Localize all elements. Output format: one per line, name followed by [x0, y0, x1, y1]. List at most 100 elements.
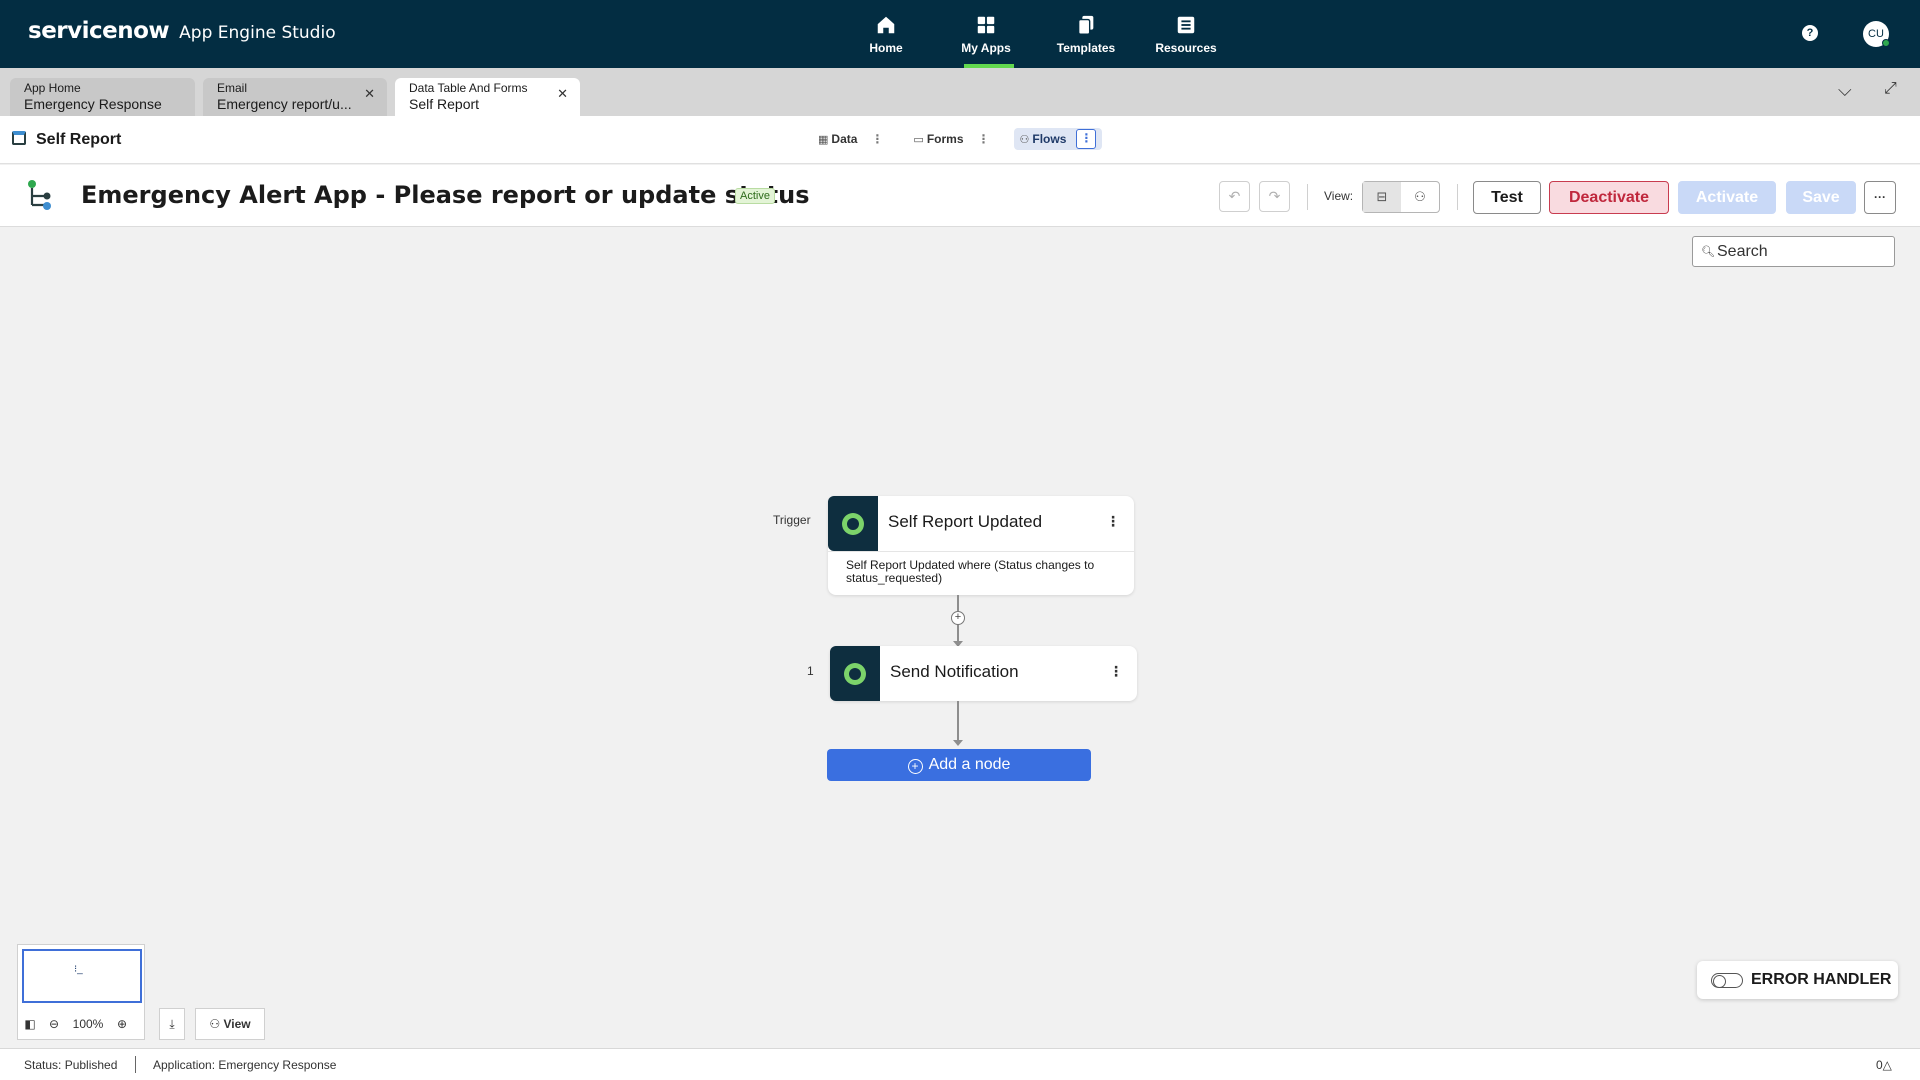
nav-templates[interactable]: Templates: [1036, 0, 1136, 68]
divider: [1457, 184, 1458, 210]
chevron-down-icon[interactable]: ⌵: [1838, 80, 1852, 101]
table-icon: ▦: [818, 133, 829, 146]
test-button[interactable]: Test: [1473, 181, 1541, 214]
save-button[interactable]: Save: [1786, 181, 1856, 214]
tab-name: Emergency Response: [24, 96, 162, 112]
top-navigation-bar: servicenow App Engine Studio Home My App…: [0, 0, 1920, 68]
close-icon[interactable]: ✕: [557, 86, 568, 102]
nav-home[interactable]: Home: [836, 0, 936, 68]
view-toggle: ⊟ ⚇: [1362, 181, 1440, 213]
deactivate-button[interactable]: Deactivate: [1549, 181, 1669, 214]
zoom-out-icon[interactable]: ⊖: [42, 1017, 66, 1031]
download-icon[interactable]: ⤓: [159, 1008, 185, 1040]
minimap-toggle-icon[interactable]: ◧: [18, 1017, 42, 1031]
application-name: Application: Emergency Response: [153, 1058, 337, 1072]
view-icon: ⚇: [209, 1017, 224, 1031]
form-icon: ▭: [913, 133, 924, 146]
main-nav: Home My Apps Templates Resources: [836, 0, 1236, 68]
search-input[interactable]: [1717, 241, 1887, 262]
view-button[interactable]: ⚇ View: [195, 1008, 265, 1040]
notification-count[interactable]: 0△: [1876, 1058, 1892, 1072]
nav-resources-label: Resources: [1155, 40, 1217, 55]
tab-forms[interactable]: ▭ Forms: [907, 128, 969, 150]
more-actions-button[interactable]: ···: [1864, 181, 1896, 214]
record-title: Self Report: [36, 131, 122, 148]
flow-diagram-icon: [28, 180, 51, 210]
tab-flows[interactable]: ⚇ Flows ⋮: [1013, 128, 1103, 150]
publish-status: Status: Published: [24, 1058, 118, 1072]
error-handler-panel: ERROR HANDLER: [1697, 961, 1898, 999]
status-badge: Active: [735, 188, 775, 204]
grid-icon: [977, 16, 995, 33]
connector: [957, 701, 959, 743]
nav-my-apps[interactable]: My Apps: [936, 0, 1036, 68]
nav-templates-label: Templates: [1056, 40, 1116, 55]
copy-icon: [1077, 15, 1094, 35]
redo-icon[interactable]: ↷: [1259, 181, 1290, 212]
tab-data-label: Data: [831, 132, 858, 146]
minimap[interactable]: ⁝_: [17, 944, 145, 1012]
tab-email[interactable]: Email Emergency report/u... ✕: [203, 78, 387, 116]
canvas-search[interactable]: 🔍︎: [1692, 236, 1895, 267]
tab-data[interactable]: ▦ Data: [812, 128, 863, 150]
tree-view-icon[interactable]: ⊟: [1363, 182, 1401, 212]
action-node[interactable]: Send Notification ⋮: [830, 646, 1137, 701]
avatar-initials: CU: [1868, 28, 1884, 40]
trigger-node-icon: [828, 496, 878, 551]
flow-title: Emergency Alert App - Please report or u…: [81, 181, 810, 209]
arrow-down-icon: [953, 740, 963, 746]
tab-forms-menu-icon[interactable]: ⋮: [978, 132, 990, 146]
trigger-title: Self Report Updated: [888, 512, 1043, 531]
nav-my-apps-label: My Apps: [961, 40, 1011, 55]
help-icon[interactable]: ?: [1802, 25, 1818, 41]
sub-header: Self Report ▦ Data ⋮ ▭ Forms ⋮ ⚇ Flows ⋮: [0, 116, 1920, 164]
brand[interactable]: servicenow App Engine Studio: [28, 18, 336, 44]
tab-app-home[interactable]: App Home Emergency Response: [10, 78, 195, 116]
zoom-in-icon[interactable]: ⊕: [110, 1017, 134, 1031]
undo-icon[interactable]: ↶: [1219, 181, 1250, 212]
tab-kind: App Home: [24, 81, 81, 95]
tab-kind: Data Table And Forms: [409, 81, 528, 95]
trigger-label: Trigger: [773, 513, 811, 527]
action-menu-icon[interactable]: ⋮: [1109, 663, 1123, 680]
tab-kind: Email: [217, 81, 248, 95]
tab-name: Emergency report/u...: [217, 96, 352, 112]
user-avatar[interactable]: CU: [1863, 21, 1890, 47]
tab-forms-label: Forms: [926, 132, 964, 146]
trigger-condition: Self Report Updated where (Status change…: [828, 551, 1134, 592]
step-number: 1: [807, 664, 814, 678]
nav-resources[interactable]: Resources: [1136, 0, 1236, 68]
insert-node-icon[interactable]: +: [951, 611, 965, 625]
view-label: View:: [1324, 189, 1354, 203]
tab-flows-menu-icon[interactable]: ⋮: [1076, 129, 1097, 149]
workspace-tabs: App Home Emergency Response Email Emerge…: [0, 68, 1920, 116]
trigger-menu-icon[interactable]: ⋮: [1106, 513, 1120, 530]
error-handler-label: ERROR HANDLER: [1751, 971, 1892, 988]
plus-circle-icon: +: [907, 759, 923, 774]
flow-icon: ⚇: [1019, 133, 1030, 146]
search-icon: 🔍︎: [1701, 246, 1715, 258]
flow-header: Emergency Alert App - Please report or u…: [0, 165, 1920, 227]
zoom-controls: ◧ ⊖ 100% ⊕: [17, 1008, 145, 1040]
table-icon: [12, 131, 26, 145]
tab-data-menu-icon[interactable]: ⋮: [871, 132, 883, 146]
add-node-button[interactable]: + Add a node: [827, 749, 1091, 781]
minimap-viewport[interactable]: [22, 949, 142, 1003]
error-handler-toggle[interactable]: [1711, 973, 1743, 988]
nav-home-label: Home: [869, 40, 903, 55]
activate-button[interactable]: Activate: [1678, 181, 1776, 214]
close-icon[interactable]: ✕: [364, 86, 375, 102]
product-name: App Engine Studio: [179, 23, 336, 43]
builder-tabs: ▦ Data ⋮ ▭ Forms ⋮ ⚇ Flows ⋮: [812, 128, 1103, 150]
tab-data-table-and-forms[interactable]: Data Table And Forms Self Report ✕: [395, 78, 580, 116]
status-bar: Status: Published Application: Emergency…: [0, 1048, 1920, 1080]
trigger-node[interactable]: Self Report Updated ⋮ Self Report Update…: [828, 496, 1134, 595]
divider: [135, 1056, 136, 1073]
flow-canvas[interactable]: 🔍︎ Trigger Self Report Updated ⋮ Self Re…: [0, 228, 1920, 1048]
presence-indicator: [1882, 39, 1890, 47]
diagram-view-icon[interactable]: ⚇: [1401, 182, 1439, 212]
divider: [1307, 184, 1308, 210]
home-icon: [877, 16, 895, 33]
zoom-level: 100%: [72, 1016, 104, 1031]
expand-icon[interactable]: ⤢: [1884, 80, 1897, 98]
